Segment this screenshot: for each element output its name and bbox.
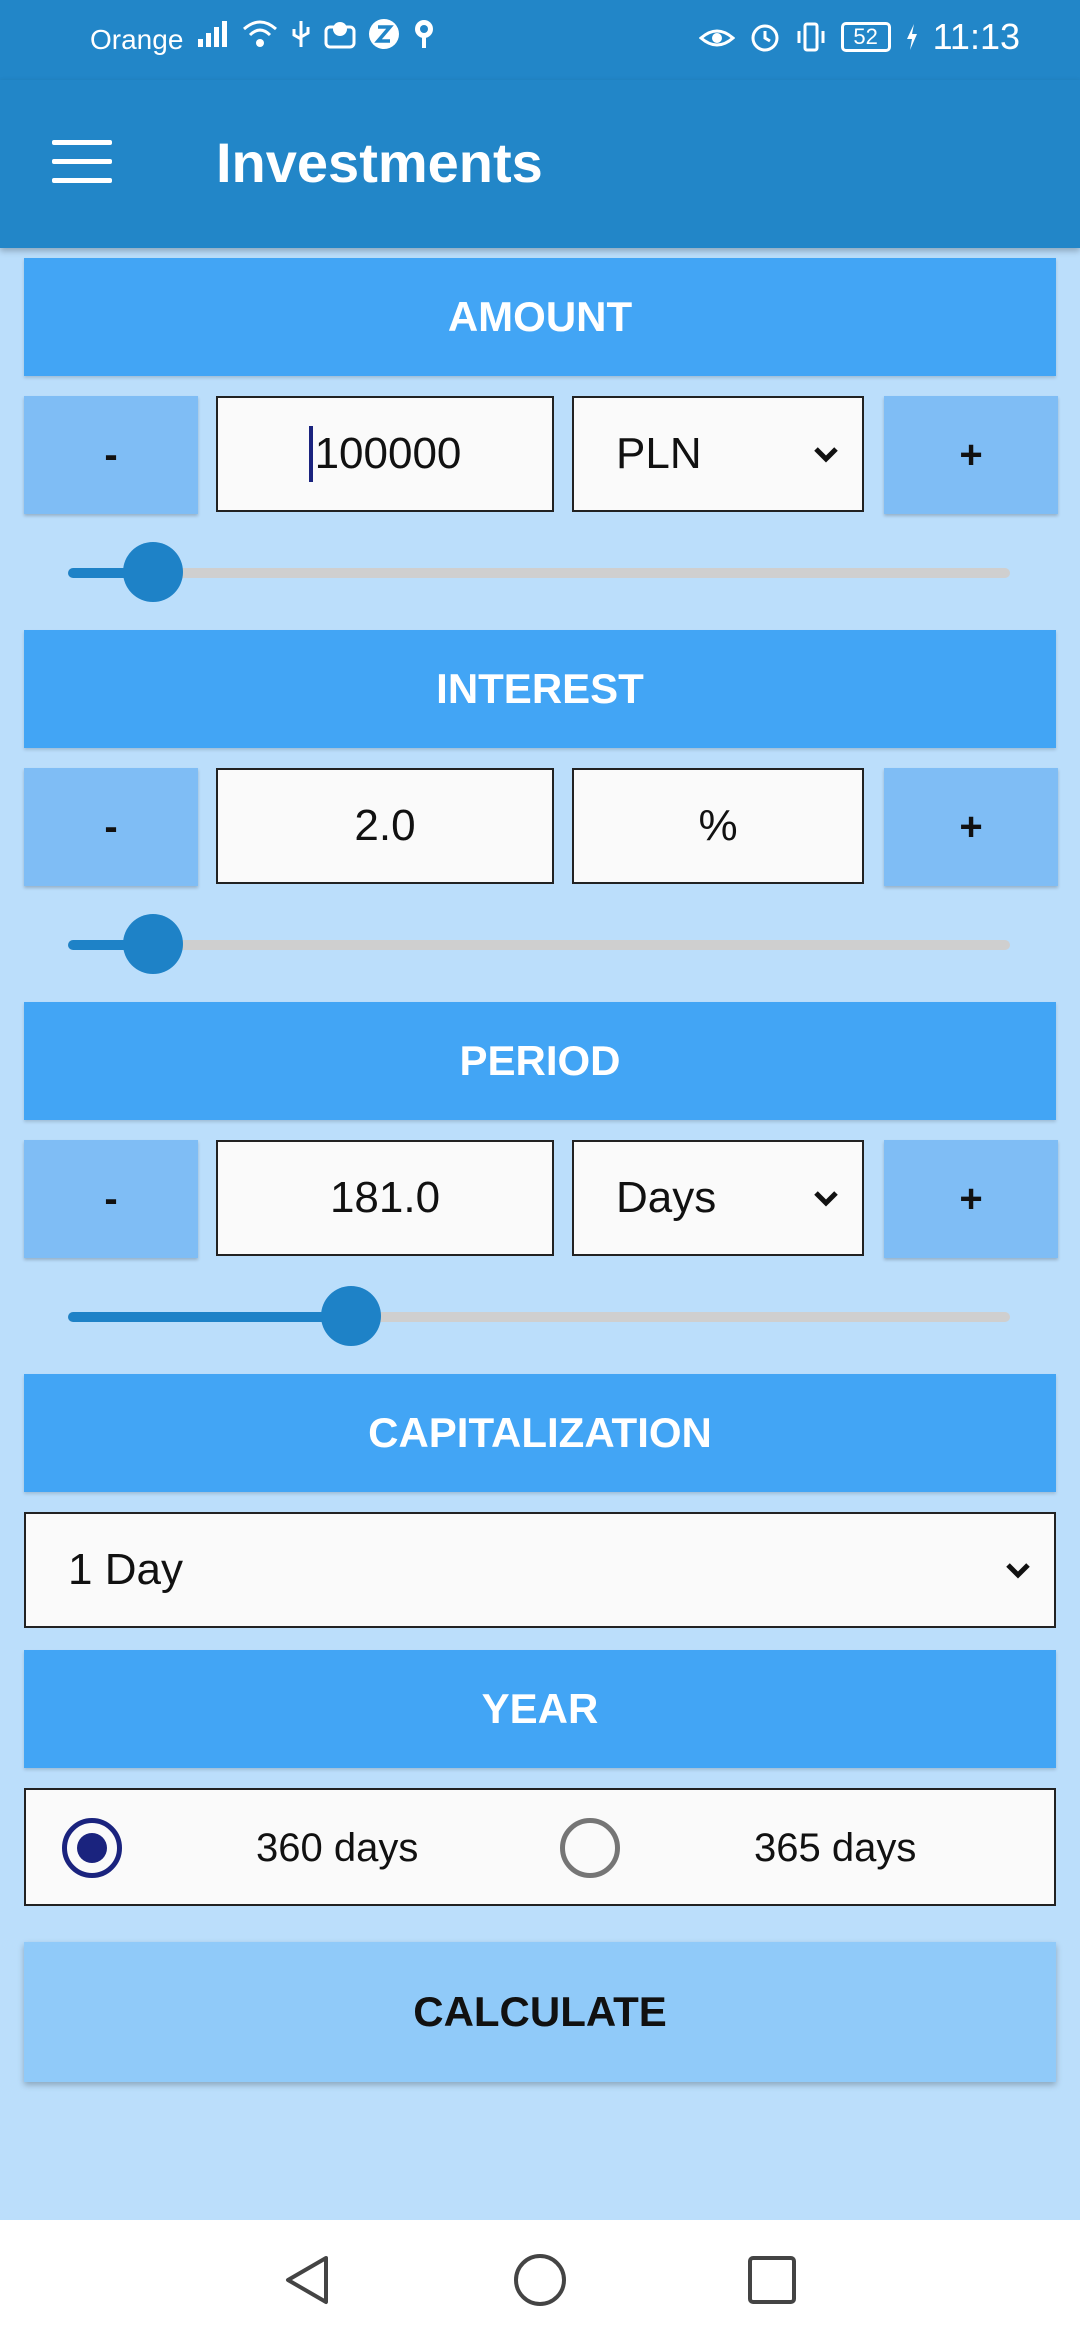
period-unit-value: Days bbox=[616, 1173, 717, 1222]
period-decrease-button[interactable]: - bbox=[24, 1140, 198, 1258]
amount-increase-button[interactable]: + bbox=[884, 396, 1058, 514]
period-value: 181.0 bbox=[329, 1173, 441, 1222]
interest-increase-button[interactable]: + bbox=[884, 768, 1058, 886]
interest-unit: % bbox=[572, 768, 864, 884]
year-365-label[interactable]: 365 days bbox=[754, 1826, 916, 1871]
app-bar: Investments bbox=[0, 80, 1080, 248]
slider-track bbox=[68, 940, 1010, 950]
navigation-bar bbox=[0, 2220, 1080, 2340]
z-app-icon bbox=[369, 19, 399, 49]
interest-header: INTEREST bbox=[24, 630, 1056, 748]
year-360-label[interactable]: 360 days bbox=[256, 1826, 418, 1871]
chevron-down-icon bbox=[814, 447, 838, 463]
period-input[interactable]: 181.0 bbox=[216, 1140, 554, 1256]
menu-icon[interactable] bbox=[52, 140, 112, 186]
slider-track bbox=[68, 568, 1010, 578]
home-icon[interactable] bbox=[510, 2250, 570, 2310]
amount-header: AMOUNT bbox=[24, 258, 1056, 376]
amount-decrease-button[interactable]: - bbox=[24, 396, 198, 514]
charging-icon bbox=[906, 24, 917, 50]
period-slider[interactable] bbox=[68, 1286, 1010, 1346]
amount-value: 100000 bbox=[314, 429, 462, 478]
interest-unit-label: % bbox=[698, 801, 738, 850]
recents-icon[interactable] bbox=[742, 2250, 802, 2310]
interest-decrease-button[interactable]: - bbox=[24, 768, 198, 886]
wifi-icon bbox=[243, 20, 277, 47]
carrier-label: Orange bbox=[90, 24, 184, 55]
capitalization-value: 1 Day bbox=[68, 1545, 183, 1594]
status-icons-right: 52 11:13 bbox=[698, 16, 1020, 58]
clock-time: 11:13 bbox=[932, 16, 1020, 57]
period-header: PERIOD bbox=[24, 1002, 1056, 1120]
chevron-down-icon bbox=[1006, 1563, 1030, 1579]
slider-thumb[interactable] bbox=[320, 1286, 381, 1346]
capitalization-header: CAPITALIZATION bbox=[24, 1374, 1056, 1492]
year-radio-group: 360 days 365 days bbox=[24, 1788, 1056, 1906]
period-unit-select[interactable]: Days bbox=[572, 1140, 864, 1256]
year-360-radio[interactable] bbox=[62, 1818, 122, 1878]
interest-slider[interactable] bbox=[68, 914, 1010, 974]
year-header: YEAR bbox=[24, 1650, 1056, 1768]
app-notification-icon bbox=[324, 22, 356, 49]
currency-value: PLN bbox=[616, 429, 702, 478]
amount-input[interactable]: 100000 bbox=[216, 396, 554, 512]
usb-icon bbox=[292, 21, 310, 47]
slider-thumb[interactable] bbox=[122, 914, 183, 974]
text-cursor bbox=[308, 426, 313, 482]
slider-thumb[interactable] bbox=[122, 542, 183, 602]
interest-input[interactable]: 2.0 bbox=[216, 768, 554, 884]
amount-slider[interactable] bbox=[68, 542, 1010, 602]
interest-value: 2.0 bbox=[354, 801, 416, 850]
back-icon[interactable] bbox=[278, 2250, 338, 2310]
location-icon bbox=[415, 20, 433, 48]
period-increase-button[interactable]: + bbox=[884, 1140, 1058, 1258]
status-bar: Orange 52 11:13 bbox=[0, 0, 1080, 80]
status-icons-left bbox=[196, 18, 436, 50]
alarm-icon bbox=[751, 24, 779, 52]
page-title: Investments bbox=[216, 131, 543, 194]
vibrate-icon bbox=[797, 22, 825, 52]
battery-indicator: 52 bbox=[840, 22, 891, 52]
year-365-radio[interactable] bbox=[560, 1818, 620, 1878]
slider-fill bbox=[68, 1312, 351, 1322]
signal-icon bbox=[198, 21, 227, 47]
currency-select[interactable]: PLN bbox=[572, 396, 864, 512]
capitalization-select[interactable]: 1 Day bbox=[24, 1512, 1056, 1628]
chevron-down-icon bbox=[814, 1191, 838, 1207]
eye-comfort-icon bbox=[698, 29, 735, 47]
calculate-button[interactable]: CALCULATE bbox=[24, 1942, 1056, 2082]
